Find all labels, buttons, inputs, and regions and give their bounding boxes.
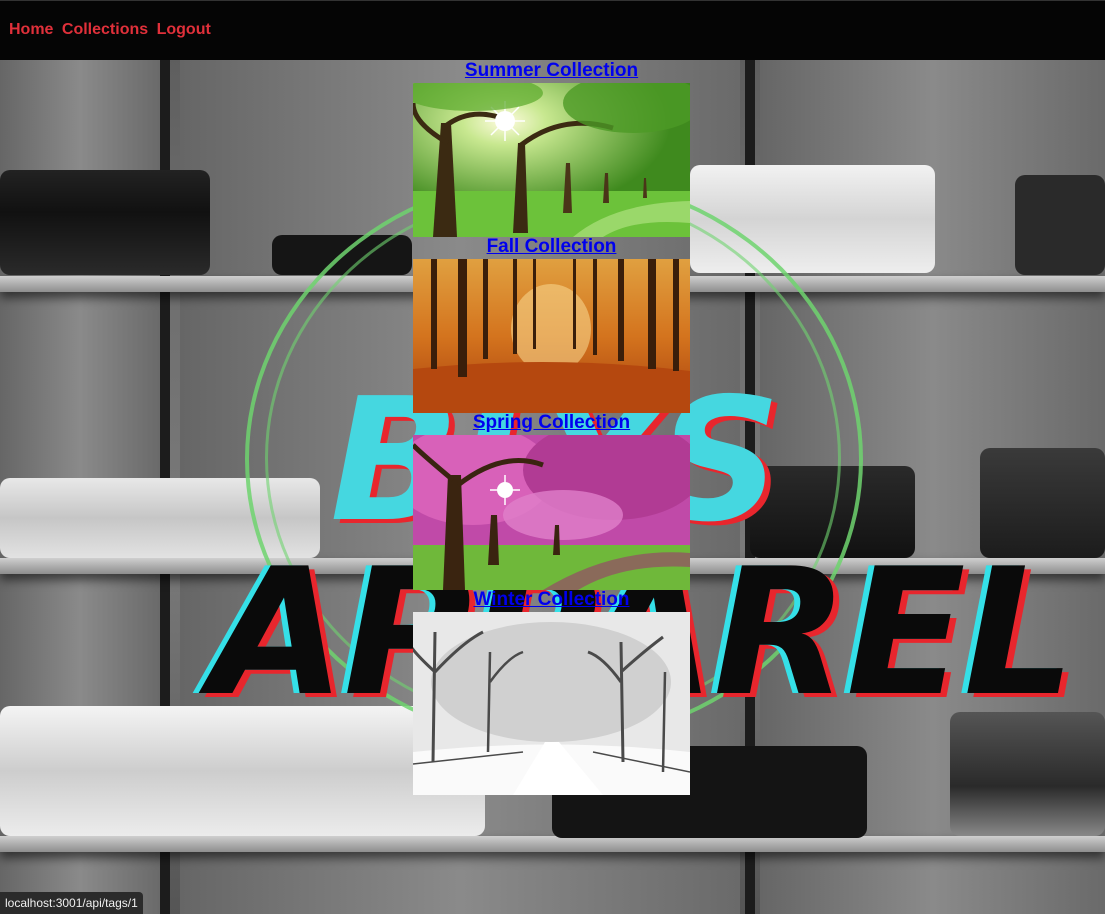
nav-logout-link[interactable]: Logout (157, 21, 211, 38)
shelf (0, 836, 1105, 852)
top-navbar: Home Collections Logout (0, 0, 1105, 60)
nav-links: Home Collections Logout (9, 21, 215, 39)
fall-collection-link[interactable]: Fall Collection (413, 236, 690, 258)
browser-status-bar: localhost:3001/api/tags/1 (0, 892, 143, 914)
summer-collection-image[interactable] (413, 83, 690, 237)
spring-collection-image[interactable] (413, 435, 690, 590)
spring-collection-link[interactable]: Spring Collection (413, 412, 690, 434)
folded-clothes (0, 170, 210, 275)
winter-collection-image[interactable] (413, 612, 690, 795)
folded-clothes (1015, 175, 1105, 275)
summer-collection-link[interactable]: Summer Collection (413, 60, 690, 82)
nav-collections-link[interactable]: Collections (62, 21, 148, 38)
winter-collection-link[interactable]: Winter Collection (413, 589, 690, 611)
nav-home-link[interactable]: Home (9, 21, 53, 38)
fall-collection-image[interactable] (413, 259, 690, 413)
